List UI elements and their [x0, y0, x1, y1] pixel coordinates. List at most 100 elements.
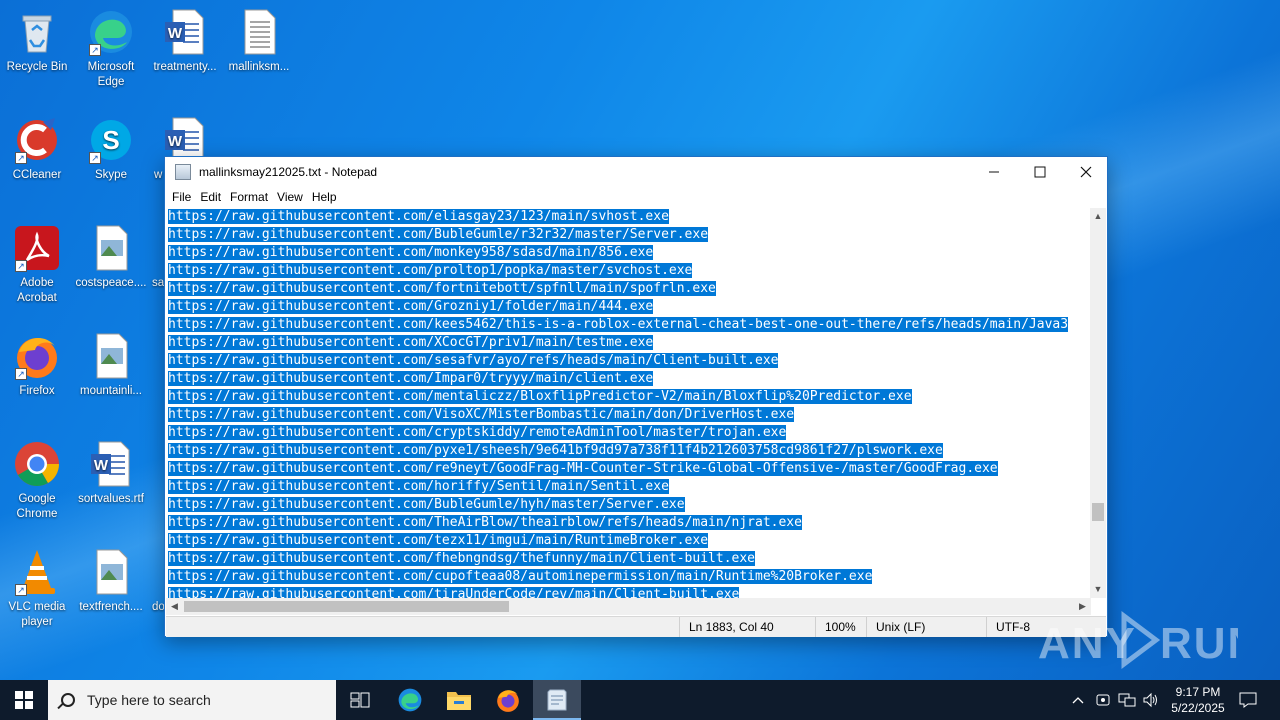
action-center-button[interactable] [1236, 680, 1260, 720]
desktop-icon-label: mountainli... [79, 385, 142, 397]
desktop-icon-ccleaner[interactable]: ↗ CCleaner [0, 116, 74, 183]
text-line: https://raw.githubusercontent.com/mental… [166, 388, 1091, 406]
desktop-icon-label: Firefox [19, 385, 55, 397]
desktop-icon-firefox[interactable]: ↗ Firefox [0, 332, 74, 399]
taskbar-search-box[interactable]: Type here to search [48, 680, 336, 720]
network-button[interactable] [1116, 680, 1138, 720]
selected-text: https://raw.githubusercontent.com/Grozni… [168, 299, 654, 314]
text-line: https://raw.githubusercontent.com/BubleG… [166, 496, 1091, 514]
menu-edit[interactable]: Edit [196, 190, 226, 204]
text-line: https://raw.githubusercontent.com/BubleG… [166, 226, 1091, 244]
taskbar-edge[interactable] [386, 680, 434, 720]
selected-text: https://raw.githubusercontent.com/prolto… [168, 263, 693, 278]
desktop-icon-recycle-bin[interactable]: Recycle Bin [0, 8, 74, 75]
selected-text: https://raw.githubusercontent.com/Impar0… [168, 371, 654, 386]
zoom-level: 100% [815, 617, 866, 637]
taskbar-file-explorer[interactable] [435, 680, 483, 720]
selected-text: https://raw.githubusercontent.com/cupoft… [168, 569, 873, 584]
desktop-icon-costspeace[interactable]: costspeace.... [74, 224, 148, 291]
taskbar-clock[interactable]: 9:17 PM 5/22/2025 [1160, 680, 1236, 720]
horizontal-scroll-thumb[interactable] [184, 601, 509, 612]
scroll-down-arrow-icon[interactable]: ▼ [1090, 581, 1106, 598]
clock-time: 9:17 PM [1175, 685, 1221, 699]
title-bar[interactable]: mallinksmay212025.txt - Notepad [165, 157, 1107, 187]
tray-app-button[interactable] [1092, 680, 1114, 720]
desktop-icon-treatmenty[interactable]: W treatmenty... [148, 8, 222, 75]
start-button[interactable] [0, 680, 48, 720]
desktop-icon-textfrench[interactable]: textfrench.... [74, 548, 148, 615]
shortcut-arrow-icon: ↗ [15, 584, 27, 596]
shortcut-arrow-icon: ↗ [15, 368, 27, 380]
search-icon [61, 693, 75, 707]
notepad-window[interactable]: mallinksmay212025.txt - Notepad File Edi… [164, 156, 1108, 637]
selected-text: https://raw.githubusercontent.com/re9ney… [168, 461, 998, 476]
desktop-icon-google-chrome[interactable]: Google Chrome [0, 440, 74, 522]
text-line: https://raw.githubusercontent.com/prolto… [166, 262, 1091, 280]
scroll-up-arrow-icon[interactable]: ▲ [1090, 208, 1106, 225]
horizontal-scrollbar[interactable]: ◀ ▶ [166, 598, 1091, 615]
desktop-icon-label: treatmenty... [153, 61, 217, 73]
desktop-icon-mountainli[interactable]: mountainli... [74, 332, 148, 399]
desktop-icon-label: CCleaner [12, 169, 62, 181]
menu-help[interactable]: Help [308, 190, 342, 204]
minimize-button[interactable] [971, 157, 1017, 187]
chrome-icon [13, 440, 61, 488]
desktop-icon-sortvalues[interactable]: W sortvalues.rtf [74, 440, 148, 507]
text-line: https://raw.githubusercontent.com/TheAir… [166, 514, 1091, 532]
tray-app-icon [1096, 694, 1110, 706]
volume-icon [1143, 692, 1157, 708]
selected-text: https://raw.githubusercontent.com/XCocGT… [168, 335, 654, 350]
image-file-icon [87, 548, 135, 596]
maximize-button[interactable] [1017, 157, 1063, 187]
text-line: https://raw.githubusercontent.com/crypts… [166, 424, 1091, 442]
selected-text: https://raw.githubusercontent.com/BubleG… [168, 227, 709, 242]
desktop-icon-label: sortvalues.rtf [78, 493, 144, 505]
text-line: https://raw.githubusercontent.com/horiff… [166, 478, 1091, 496]
taskbar-firefox[interactable] [484, 680, 532, 720]
task-view-button[interactable] [336, 680, 384, 720]
selected-text: https://raw.githubusercontent.com/mental… [168, 389, 912, 404]
scroll-left-arrow-icon[interactable]: ◀ [166, 598, 183, 615]
taskbar: Type here to search 9:17 PM 5/22/2025 [0, 680, 1280, 720]
desktop-icon-skype[interactable]: S ↗ Skype [74, 116, 148, 183]
svg-text:W: W [168, 25, 183, 42]
selected-text: https://raw.githubusercontent.com/crypts… [168, 425, 787, 440]
menu-format[interactable]: Format [226, 190, 273, 204]
svg-text:RUN: RUN [1160, 619, 1238, 668]
text-line: https://raw.githubusercontent.com/kees54… [166, 316, 1091, 334]
desktop-icon-adobe-acrobat[interactable]: ↗ Adobe Acrobat [0, 224, 74, 306]
text-line: https://raw.githubusercontent.com/fhebng… [166, 550, 1091, 568]
selected-text: https://raw.githubusercontent.com/fhebng… [168, 551, 755, 566]
text-editor-area[interactable]: https://raw.githubusercontent.com/eliasg… [166, 208, 1091, 598]
selected-text: https://raw.githubusercontent.com/monkey… [168, 245, 654, 260]
shortcut-arrow-icon: ↗ [15, 152, 27, 164]
svg-text:S: S [102, 125, 119, 155]
network-icon [1118, 693, 1136, 707]
status-bar: Ln 1883, Col 40 100% Unix (LF) UTF-8 [166, 616, 1106, 637]
desktop-icon-vlc[interactable]: ↗ VLC media player [0, 548, 74, 630]
menu-view[interactable]: View [273, 190, 308, 204]
shortcut-arrow-icon: ↗ [89, 152, 101, 164]
desktop-icon-label: VLC media player [8, 601, 66, 628]
text-line: https://raw.githubusercontent.com/pyxe1/… [166, 442, 1091, 460]
desktop-icon-label: Adobe Acrobat [17, 277, 57, 304]
vertical-scrollbar[interactable]: ▲ ▼ [1090, 208, 1106, 598]
selected-text: https://raw.githubusercontent.com/horiff… [168, 479, 669, 494]
firefox-icon [497, 690, 519, 712]
text-line: https://raw.githubusercontent.com/tezx11… [166, 532, 1091, 550]
search-placeholder: Type here to search [87, 692, 211, 708]
desktop-icon-label: costspeace.... [75, 277, 147, 289]
window-title: mallinksmay212025.txt - Notepad [199, 165, 378, 179]
taskbar-notepad[interactable] [533, 680, 581, 720]
desktop-icon-label: textfrench.... [79, 601, 143, 613]
volume-button[interactable] [1140, 680, 1162, 720]
menu-file[interactable]: File [168, 190, 196, 204]
task-view-icon [350, 692, 370, 708]
text-line: https://raw.githubusercontent.com/tiraUn… [166, 586, 1091, 598]
desktop-icon-mallinksm[interactable]: mallinksm... [222, 8, 296, 75]
svg-text:W: W [94, 457, 109, 474]
desktop-icon-microsoft-edge[interactable]: ↗ Microsoft Edge [74, 8, 148, 90]
vertical-scroll-thumb[interactable] [1092, 503, 1104, 521]
close-button[interactable] [1063, 157, 1109, 187]
show-hidden-icons-button[interactable] [1068, 680, 1088, 720]
